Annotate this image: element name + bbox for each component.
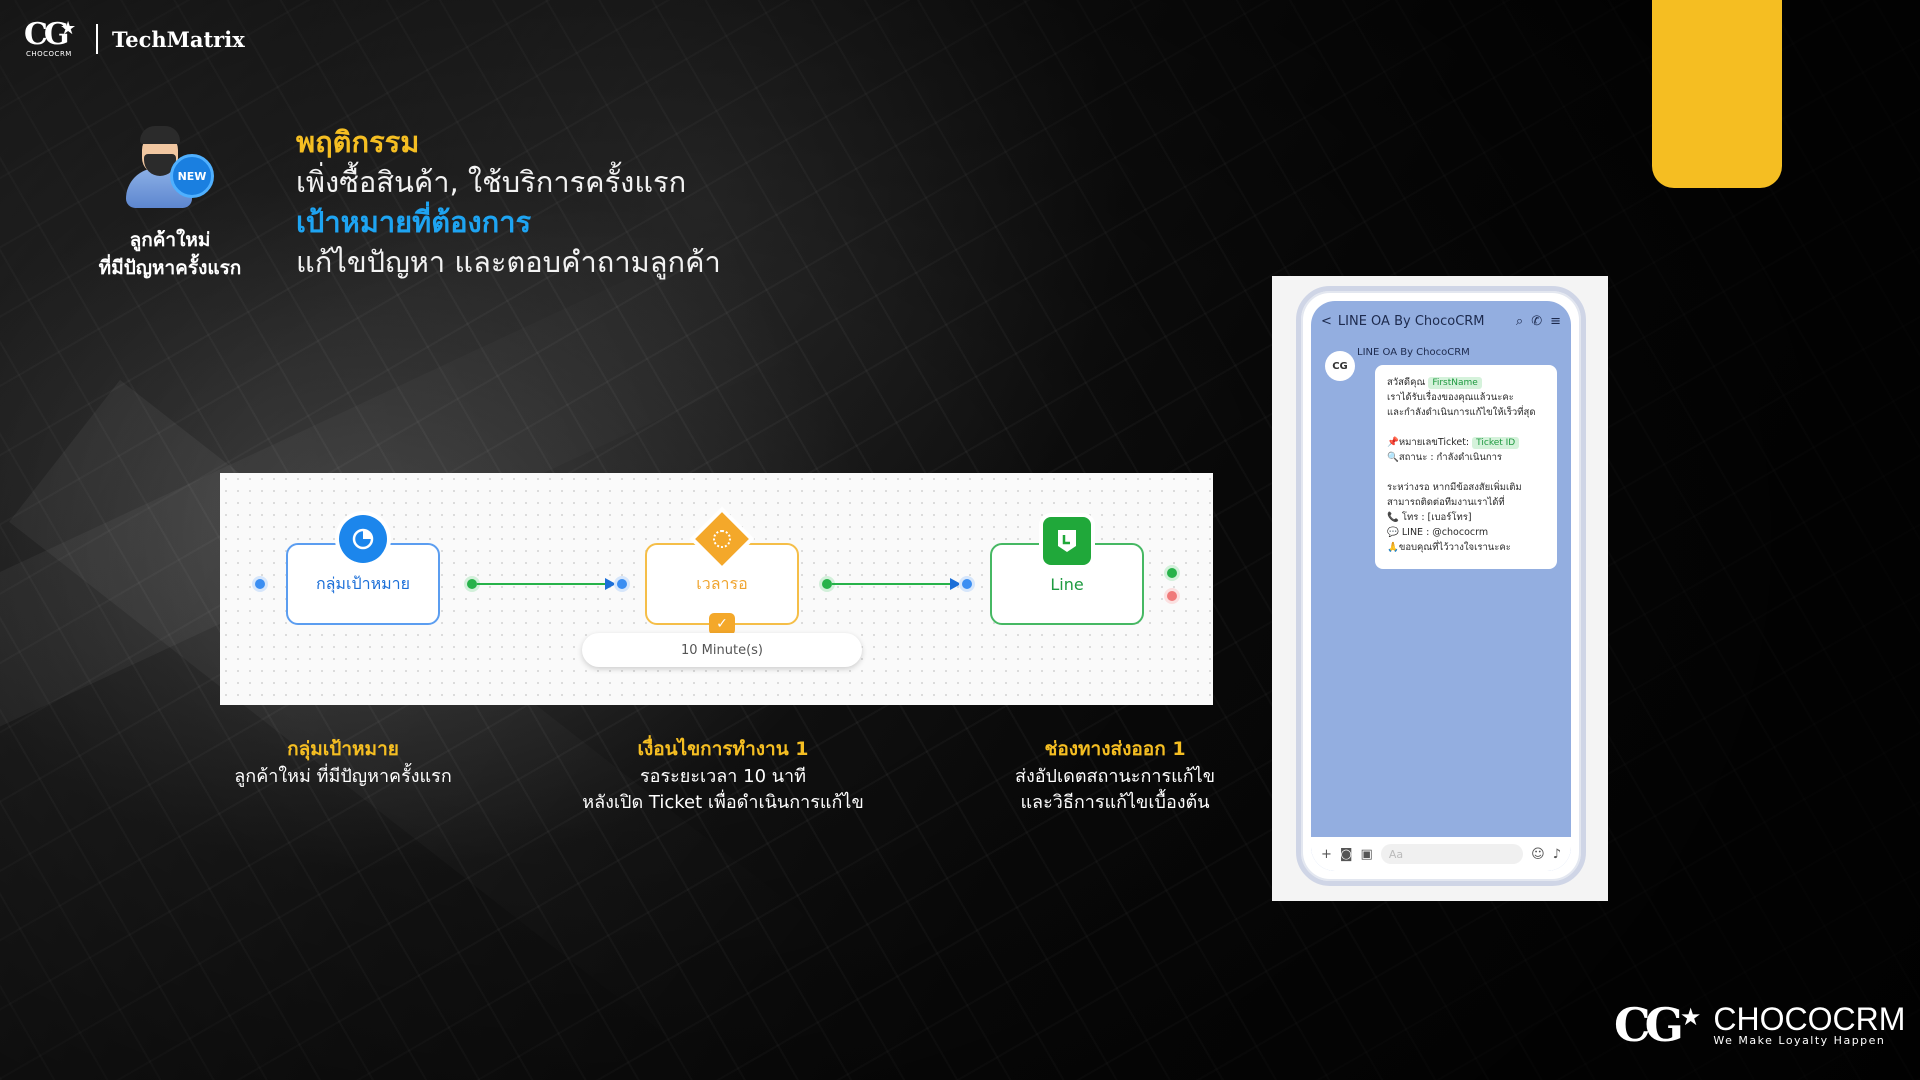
failure-port[interactable] [1167, 591, 1177, 601]
mic-icon[interactable]: ♪ [1553, 847, 1561, 862]
message-input[interactable]: Aa [1380, 844, 1524, 864]
input-port[interactable] [617, 579, 627, 589]
chococrm-logo: CG ★ CHOCOCRM We Make Loyalty Happen [1614, 998, 1906, 1052]
caption-condition: เงื่อนไขการทำงาน 1 รอระยะเวลา 10 นาที หล… [582, 738, 864, 813]
pie-chart-icon [339, 515, 387, 563]
arrow-icon [605, 578, 616, 590]
phone-device: < LINE OA By ChocoCRM ⌕ ✆ ≡ CG LINE OA B… [1296, 286, 1586, 886]
chat-header: < LINE OA By ChocoCRM ⌕ ✆ ≡ [1311, 301, 1571, 341]
avatar: CG [1325, 351, 1355, 381]
input-port[interactable] [962, 579, 972, 589]
connector-line [477, 583, 611, 585]
techmatrix-logo: TechMatrix [112, 26, 245, 52]
persona-caption: ลูกค้าใหม่ ที่มีปัญหาครั้งแรก [98, 229, 242, 279]
success-port[interactable] [1167, 568, 1177, 578]
star-icon: ★ [60, 18, 77, 39]
emoji-icon[interactable]: ☺ [1531, 847, 1545, 862]
node-line-label: Line [1050, 574, 1084, 594]
caption-output-channel: ช่องทางส่งออก 1 ส่งอัปเดตสถานะการแก้ไข แ… [1014, 738, 1216, 813]
connector-line [832, 583, 956, 585]
chat-message-bubble: สวัสดีคุณ FirstName เราได้รับเรื่องของคุ… [1375, 365, 1557, 569]
star-icon: ★ [1679, 1003, 1702, 1031]
line-icon [1043, 517, 1091, 565]
node-target-group-label: กลุ่มเป้าหมาย [315, 573, 411, 593]
phone-mockup-frame: < LINE OA By ChocoCRM ⌕ ✆ ≡ CG LINE OA B… [1272, 276, 1608, 901]
phone-icon[interactable]: ✆ [1531, 314, 1542, 329]
menu-icon[interactable]: ≡ [1550, 314, 1561, 329]
caption-target-group: กลุ่มเป้าหมาย ลูกค้าใหม่ ที่มีปัญหาครั้ง… [234, 738, 452, 787]
yellow-accent-tab [1652, 0, 1782, 188]
node-wait-label: เวลารอ [696, 573, 748, 593]
workflow-canvas[interactable]: กลุ่มเป้าหมาย เวลารอ ✓ 10 Minute(s) Line [220, 473, 1213, 705]
output-port[interactable] [467, 579, 477, 589]
back-icon[interactable]: < [1321, 314, 1332, 329]
check-icon[interactable]: ✓ [709, 613, 735, 635]
new-badge: NEW [170, 154, 214, 198]
behavior-heading: พฤติกรรม [296, 125, 420, 159]
plus-icon[interactable]: + [1321, 847, 1332, 862]
search-icon[interactable]: ⌕ [1516, 314, 1523, 329]
camera-icon[interactable]: ◙ [1340, 847, 1353, 862]
behavior-block: พฤติกรรม เพิ่งซื้อสินค้า, ใช้บริการครั้ง… [296, 122, 721, 282]
persona-avatar: NEW [118, 124, 214, 214]
image-icon[interactable]: ▣ [1361, 847, 1373, 862]
chococrm-mini-logo: CG ★ CHOCOCRM [24, 17, 77, 58]
behavior-text: เพิ่งซื้อสินค้า, ใช้บริการครั้งแรก [296, 165, 687, 199]
input-port[interactable] [255, 579, 265, 589]
arrow-icon [950, 578, 961, 590]
goal-text: แก้ไขปัญหา และตอบคำถามลูกค้า [296, 245, 721, 279]
line-chat-screen: < LINE OA By ChocoCRM ⌕ ✆ ≡ CG LINE OA B… [1311, 301, 1571, 871]
sender-name: LINE OA By ChocoCRM [1357, 347, 1470, 358]
logo-divider [96, 24, 98, 54]
chat-title: LINE OA By ChocoCRM [1337, 313, 1485, 329]
header-logo: CG ★ CHOCOCRM TechMatrix [24, 17, 245, 58]
goal-heading: เป้าหมายที่ต้องการ [296, 205, 532, 239]
chat-input-bar: + ◙ ▣ Aa ☺ ♪ [1311, 837, 1571, 871]
wait-duration-pill[interactable]: 10 Minute(s) [582, 633, 862, 667]
output-port[interactable] [822, 579, 832, 589]
